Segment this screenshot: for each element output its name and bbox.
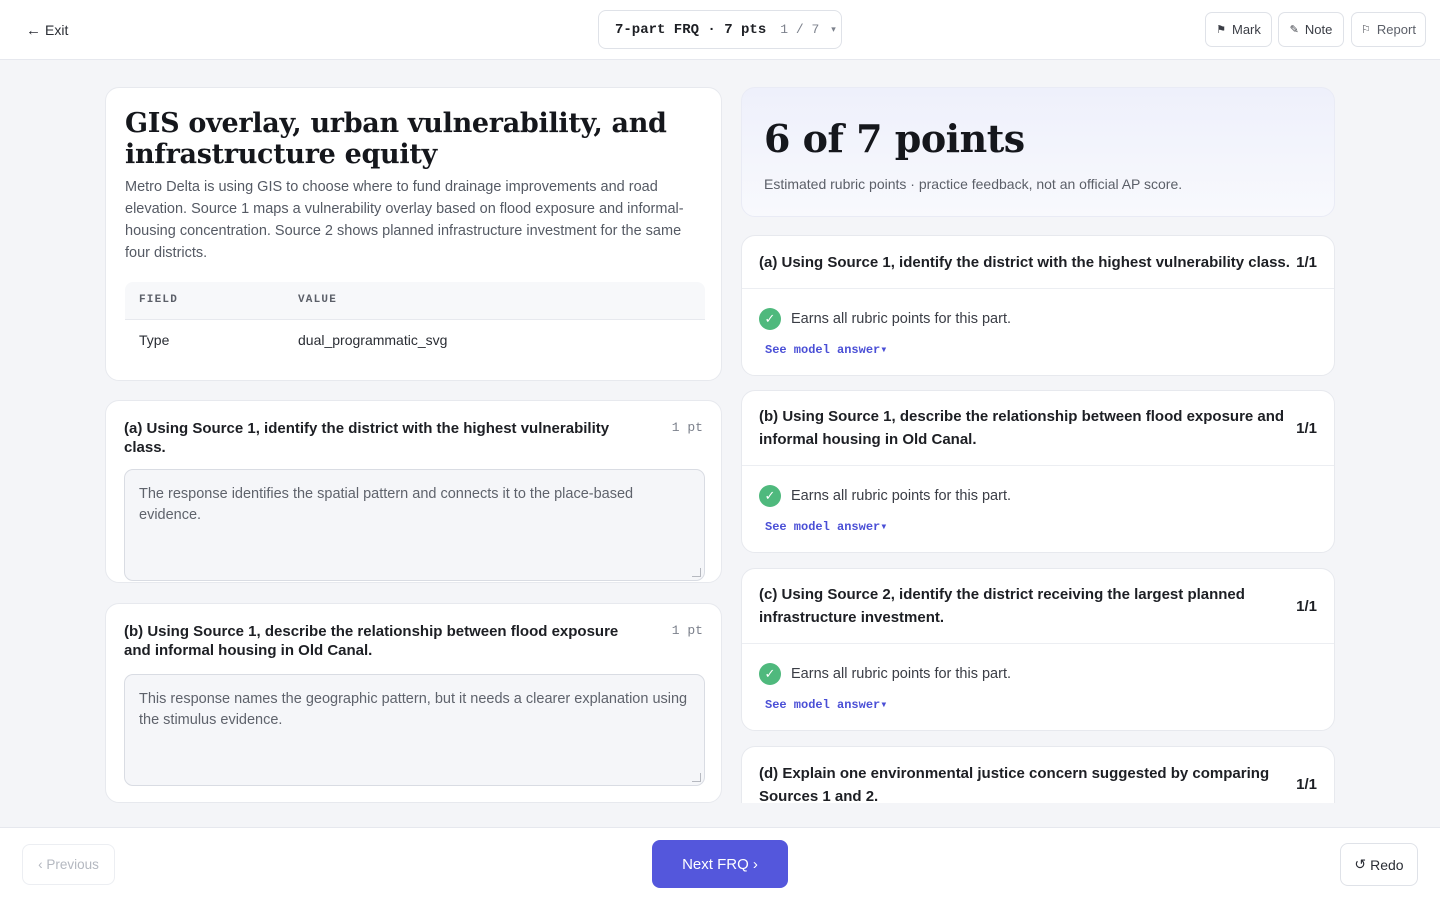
note-label: Note [1304,22,1333,37]
check-circle-icon: ✓ [759,308,781,330]
stimulus-title: GIS overlay, urban vulnerability, and in… [125,108,667,170]
redo-button[interactable]: ↺ Redo [1340,843,1418,886]
redo-icon: ↺ [1354,856,1367,872]
feedback-prompt: (b) Using Source 1, describe the relatio… [759,408,1285,448]
feedback-status: ✓ Earns all rubric points for this part. [759,308,1317,330]
top-bar: ← Exit 7-part FRQ · 7 pts 1 / 7 ▾ ⚑ Mark… [0,0,1440,60]
column-header: VALUE [284,282,705,320]
feedback-score: 1/1 [1296,776,1317,793]
arrow-left-icon: ← [26,21,41,39]
exit-label: Exit [45,22,69,38]
feedback-status: ✓ Earns all rubric points for this part. [759,485,1317,507]
pencil-icon: ✎ [1289,24,1299,36]
resize-handle-icon[interactable] [692,568,701,577]
check-circle-icon: ✓ [759,663,781,685]
see-model-answer-link[interactable]: See model answer▾ [765,342,1317,357]
table-header-row: FIELD VALUE [125,282,705,320]
see-model-answer-link[interactable]: See model answer▾ [765,697,1317,712]
redo-label: Redo [1370,856,1404,873]
feedback-status-text: Earns all rubric points for this part. [791,488,1012,504]
report-label: Report [1376,22,1416,37]
note-button[interactable]: ✎ Note [1278,12,1344,47]
question-card-b: (b) Using Source 1, describe the relatio… [105,603,722,803]
table-row: Type dual_programmatic_svg [125,319,705,361]
question-card-a: (a) Using Source 1, identify the distric… [105,400,722,583]
check-circle-icon: ✓ [759,485,781,507]
feedback-status: ✓ Earns all rubric points for this part. [759,663,1317,685]
feedback-card-b: (b) Using Source 1, describe the relatio… [741,390,1335,553]
question-prompt: (a) Using Source 1, identify the distric… [124,420,610,456]
bottom-bar: ‹ Previous Next FRQ › ↺ Redo [0,827,1440,900]
resize-handle-icon[interactable] [692,773,701,782]
feedback-score: 1/1 [1296,419,1317,437]
next-frq-button[interactable]: Next FRQ › [652,840,788,888]
see-model-answer-link[interactable]: See model answer▾ [765,519,1317,534]
feedback-score: 1/1 [1296,253,1317,271]
feedback-prompt: (c) Using Source 2, identify the distric… [759,586,1245,626]
feedback-card-c: (c) Using Source 2, identify the distric… [741,568,1335,731]
flag-outline-icon: ⚐ [1361,24,1371,36]
frq-part-count: 1 / 7 [780,22,820,37]
feedback-status-text: Earns all rubric points for this part. [791,666,1012,682]
answer-text: The response identifies the spatial patt… [139,486,634,523]
stimulus-description: Metro Delta is using GIS to choose where… [125,179,684,261]
stimulus-card: GIS overlay, urban vulnerability, and in… [105,87,722,381]
flag-icon: ⚑ [1216,24,1226,36]
answer-textarea[interactable]: This response names the geographic patte… [124,674,705,786]
feedback-prompt: (a) Using Source 1, identify the distric… [759,253,1290,271]
feedback-prompt: (d) Explain one environmental justice co… [759,764,1270,804]
mark-button[interactable]: ⚑ Mark [1205,12,1272,47]
column-header: FIELD [125,282,284,320]
stimulus-meta-table: FIELD VALUE Type dual_programmatic_svg [125,282,705,361]
answer-textarea[interactable]: The response identifies the spatial patt… [124,469,705,581]
exit-button[interactable]: ← Exit [26,18,68,42]
feedback-card-d: (d) Explain one environmental justice co… [741,746,1335,803]
score-headline: 6 of 7 points [764,116,1025,161]
previous-button[interactable]: ‹ Previous [22,844,115,885]
frq-selector[interactable]: 7-part FRQ · 7 pts 1 / 7 ▾ [598,10,842,49]
question-points: 1 pt [671,623,703,638]
table-cell: dual_programmatic_svg [298,332,448,349]
question-points: 1 pt [671,420,703,435]
report-button[interactable]: ⚐ Report [1351,12,1426,47]
score-summary-card: 6 of 7 points Estimated rubric points · … [741,87,1335,217]
chevron-down-icon: ▾ [831,24,836,34]
feedback-card-a: (a) Using Source 1, identify the distric… [741,235,1335,376]
answer-text: This response names the geographic patte… [139,691,688,728]
feedback-status-text: Earns all rubric points for this part. [791,311,1012,327]
mark-label: Mark [1231,22,1261,37]
table-cell: Type [139,332,170,349]
question-prompt: (b) Using Source 1, describe the relatio… [124,623,619,659]
score-subtitle: Estimated rubric points · practice feedb… [764,176,1183,192]
frq-title: 7-part FRQ · 7 pts [615,21,767,38]
feedback-score: 1/1 [1296,597,1317,615]
